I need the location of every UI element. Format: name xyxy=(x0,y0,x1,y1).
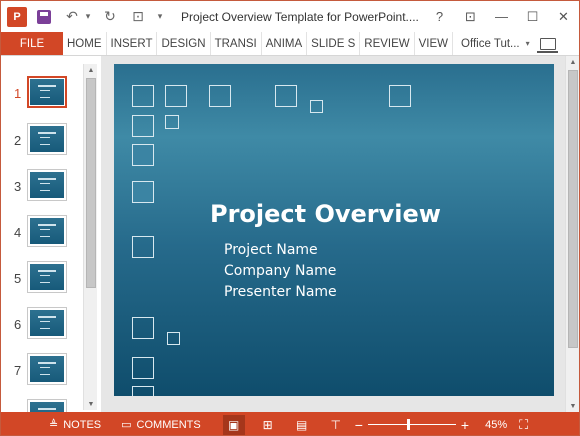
save-icon[interactable] xyxy=(33,6,55,28)
slide-thumbnail-image[interactable] xyxy=(27,169,67,201)
zoom-slider-knob[interactable] xyxy=(406,419,410,430)
laptop-icon xyxy=(536,38,558,53)
slide-number: 7 xyxy=(14,363,22,378)
zoom-in-icon[interactable]: + xyxy=(461,417,469,433)
current-slide[interactable]: Project Overview Project Name Company Na… xyxy=(114,64,554,396)
slide-thumbnail-image[interactable] xyxy=(27,261,67,293)
decorative-square xyxy=(132,181,154,203)
tab-animations[interactable]: ANIMA xyxy=(262,32,308,55)
scrollbar-thumb[interactable] xyxy=(568,70,578,348)
reading-view-icon[interactable]: ▤ xyxy=(291,415,313,435)
slide-thumbnail-image[interactable] xyxy=(27,76,67,108)
slide-thumbnail-pane: 1 2 3 4 5 6 7 8 xyxy=(1,56,101,412)
slide-subtitle-line[interactable]: Company Name xyxy=(224,263,336,279)
slide-subtitle-line[interactable]: Presenter Name xyxy=(224,284,337,300)
ribbon-tabs: FILE HOME INSERT DESIGN TRANSI ANIMA SLI… xyxy=(1,32,579,56)
zoom-percent[interactable]: 45% xyxy=(485,419,507,431)
decorative-square xyxy=(310,100,323,113)
decorative-square xyxy=(165,115,179,129)
slide-thumbnail-image[interactable] xyxy=(27,353,67,385)
user-dropdown-icon[interactable]: ▾ xyxy=(526,32,534,55)
slide-number: 3 xyxy=(14,179,22,194)
decorative-square xyxy=(132,115,154,137)
title-bar: P ↶ ▾ ↻ ⊡ ▾ Project Overview Template fo… xyxy=(1,1,579,32)
decorative-square xyxy=(165,85,187,107)
tab-file[interactable]: FILE xyxy=(1,32,63,55)
decorative-square xyxy=(132,357,154,379)
help-button[interactable]: ? xyxy=(424,1,455,32)
tab-review[interactable]: REVIEW xyxy=(360,32,415,55)
editor-scrollbar[interactable]: ▲ ▼ xyxy=(565,56,579,412)
zoom-out-icon[interactable]: − xyxy=(355,417,363,433)
ribbon-display-options-button[interactable]: ⊡ xyxy=(455,1,486,32)
decorative-square xyxy=(132,236,154,258)
slide-thumbnail-image[interactable] xyxy=(27,215,67,247)
slide-editing-area: Project Overview Project Name Company Na… xyxy=(101,56,579,412)
minimize-button[interactable]: — xyxy=(486,1,517,32)
slide-show-view-icon[interactable]: ⊤ xyxy=(325,415,347,435)
slide-number: 1 xyxy=(14,86,22,101)
tab-design[interactable]: DESIGN xyxy=(157,32,211,55)
slide-sorter-view-icon[interactable]: ⊞ xyxy=(257,415,279,435)
status-bar: ≜ NOTES ▭ COMMENTS ▣ ⊞ ▤ ⊤ − + 45% ⛶ xyxy=(1,412,579,435)
window-title: Project Overview Template for PowerPoint… xyxy=(181,9,419,24)
scroll-down-icon[interactable]: ▼ xyxy=(84,398,98,410)
scroll-up-icon[interactable]: ▲ xyxy=(566,56,579,68)
thumbnail-scrollbar[interactable]: ▲ ▼ xyxy=(83,64,97,410)
window-controls: ? ⊡ — ☐ ✕ xyxy=(424,1,579,32)
tab-insert[interactable]: INSERT xyxy=(107,32,158,55)
notes-label: NOTES xyxy=(63,418,102,431)
notes-button[interactable]: ≜ NOTES xyxy=(49,418,102,432)
comments-label: COMMENTS xyxy=(136,418,201,431)
slide-number: 6 xyxy=(14,317,22,332)
comments-icon: ▭ xyxy=(121,419,132,431)
scroll-down-icon[interactable]: ▼ xyxy=(566,400,579,412)
normal-view-icon[interactable]: ▣ xyxy=(222,414,245,435)
powerpoint-window: P ↶ ▾ ↻ ⊡ ▾ Project Overview Template fo… xyxy=(0,0,580,436)
comments-button[interactable]: ▭ COMMENTS xyxy=(121,418,201,432)
powerpoint-logo-icon[interactable]: P xyxy=(7,6,27,27)
slide-number: 5 xyxy=(14,271,22,286)
fit-slide-icon[interactable]: ⛶ xyxy=(519,417,528,433)
close-button[interactable]: ✕ xyxy=(548,1,579,32)
decorative-square xyxy=(389,85,411,107)
notes-icon: ≜ xyxy=(49,419,59,431)
tab-home[interactable]: HOME xyxy=(63,32,107,55)
tab-transitions[interactable]: TRANSI xyxy=(211,32,262,55)
decorative-square xyxy=(132,317,154,339)
undo-dropdown-icon[interactable]: ▾ xyxy=(83,6,93,28)
customize-toolbar-icon[interactable]: ▾ xyxy=(155,6,165,28)
maximize-button[interactable]: ☐ xyxy=(517,1,548,32)
slide-thumbnail-image[interactable] xyxy=(27,399,67,412)
decorative-square xyxy=(209,85,231,107)
zoom-slider[interactable] xyxy=(367,419,456,430)
tab-slide-show[interactable]: SLIDE S xyxy=(307,32,361,55)
zoom-control: − + xyxy=(355,417,469,433)
decorative-square xyxy=(132,85,154,107)
undo-icon[interactable]: ↶ xyxy=(61,6,83,28)
slide-number: 2 xyxy=(14,133,22,148)
scroll-up-icon[interactable]: ▲ xyxy=(84,64,98,76)
slide-subtitle-line[interactable]: Project Name xyxy=(224,242,318,258)
scrollbar-thumb[interactable] xyxy=(86,78,96,288)
slide-title[interactable]: Project Overview xyxy=(210,200,441,228)
slide-thumbnail-image[interactable] xyxy=(27,307,67,339)
present-from-start-icon[interactable]: ⊡ xyxy=(127,6,149,28)
decorative-square xyxy=(275,85,297,107)
user-account[interactable]: Office Tut... xyxy=(453,32,526,55)
redo-icon[interactable]: ↻ xyxy=(99,6,121,28)
slide-number: 4 xyxy=(14,225,22,240)
decorative-square xyxy=(167,332,180,345)
decorative-square xyxy=(132,386,154,396)
tab-view[interactable]: VIEW xyxy=(415,32,454,55)
decorative-square xyxy=(132,144,154,166)
slide-thumbnail-image[interactable] xyxy=(27,123,67,155)
